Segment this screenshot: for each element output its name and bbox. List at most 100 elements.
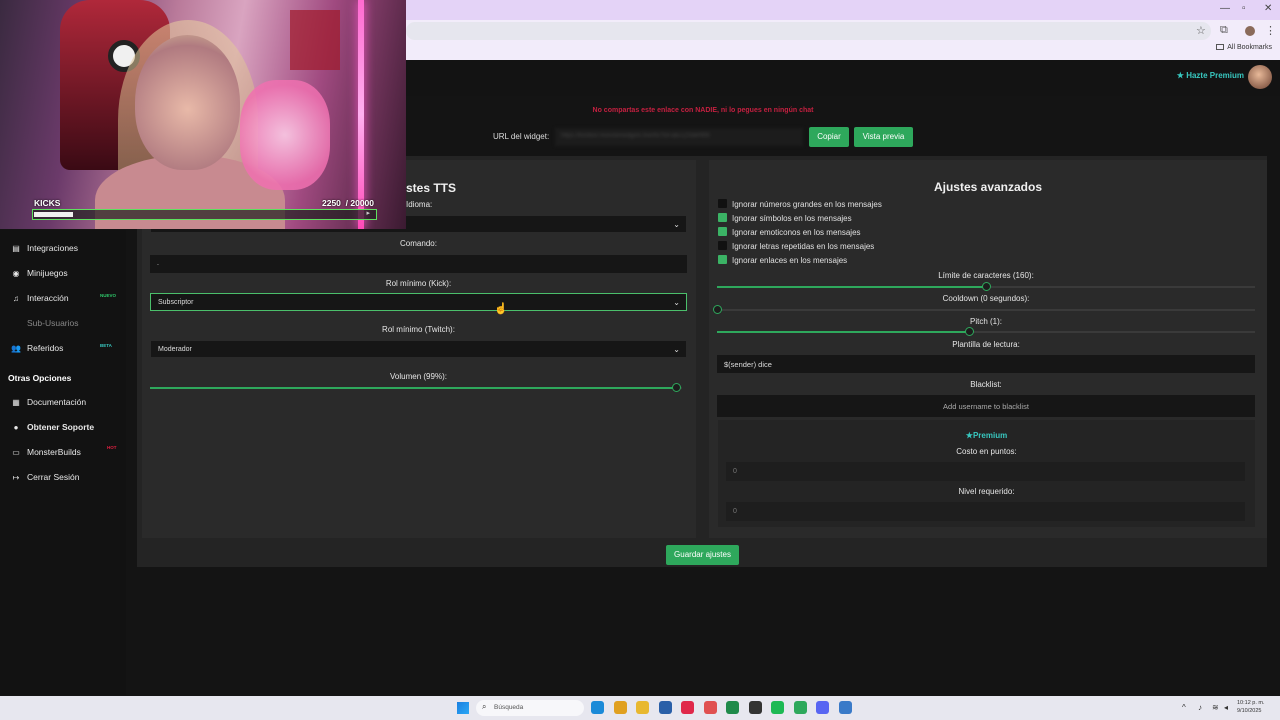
preview-button[interactable]: Vista previa — [854, 127, 913, 147]
search-icon: ⌕ — [482, 702, 487, 711]
ignore-option-row[interactable]: Ignorar letras repetidas en los mensajes — [718, 241, 874, 251]
cost-label: Costo en puntos: — [956, 447, 1017, 456]
ignore-option-row[interactable]: Ignorar números grandes en los mensajes — [718, 199, 882, 209]
chat-icon[interactable] — [793, 701, 807, 714]
maximize-icon[interactable]: ▫ — [1242, 3, 1246, 14]
chevron-up-icon[interactable]: ^ — [1182, 703, 1186, 712]
sidebar-other-item-1[interactable]: ● Obtener Soporte — [11, 422, 94, 434]
all-bookmarks[interactable]: All Bookmarks — [1216, 44, 1272, 51]
webcam-flowers — [240, 80, 330, 190]
volume-slider-fill — [150, 387, 677, 389]
role-twitch-select[interactable]: Moderador ⌄ — [150, 340, 687, 358]
volume-icon[interactable]: ◂ — [1224, 703, 1228, 712]
kicks-progress-bar: ▸ — [32, 209, 377, 220]
ignore-option-row[interactable]: Ignorar enlaces en los mensajes — [718, 255, 847, 265]
extensions-icon[interactable]: ⧉ — [1220, 24, 1228, 37]
sidebar-item-label: Integraciones — [27, 243, 79, 253]
char-limit-slider-knob[interactable] — [981, 282, 991, 291]
volume-label: Volumen (99%): — [390, 372, 447, 381]
template-input[interactable]: $(sender) dice — [717, 355, 1255, 373]
chrome-icon[interactable] — [613, 701, 627, 714]
cooldown-slider[interactable] — [712, 305, 1255, 314]
integrations-icon: ▤ — [12, 244, 20, 253]
ignore-option-row[interactable]: Ignorar emoticonos en los mensajes — [718, 227, 861, 237]
more-menu-icon[interactable]: ⋮ — [1265, 24, 1276, 37]
sidebar-item-0[interactable]: ▤ Integraciones — [11, 243, 78, 255]
obs-icon[interactable] — [748, 701, 762, 714]
excel-icon[interactable] — [726, 701, 739, 714]
checkbox[interactable] — [718, 227, 727, 236]
advanced-title: Ajustes avanzados — [933, 180, 1043, 194]
clock-time: 10:12 p. m. — [1237, 700, 1265, 706]
cost-input[interactable]: 0 — [726, 462, 1245, 481]
char-limit-slider-fill — [717, 286, 986, 288]
role-kick-select[interactable]: Subscriptor ⌄ — [150, 293, 687, 311]
sidebar-item-label: Documentación — [27, 397, 87, 407]
pitch-slider[interactable] — [717, 327, 1255, 336]
discord-icon[interactable] — [816, 701, 829, 714]
chevron-down-icon: ⌄ — [673, 220, 680, 229]
star-icon[interactable]: ☆ — [1196, 24, 1206, 37]
gamepad-icon: ◉ — [12, 269, 20, 278]
level-input[interactable]: 0 — [726, 502, 1245, 521]
pitch-slider-fill — [717, 331, 970, 333]
command-input[interactable]: . — [150, 255, 687, 273]
users-icon: 👥 — [11, 344, 21, 353]
cooldown-slider-knob[interactable] — [712, 305, 722, 314]
blacklist-label: Blacklist: — [970, 380, 1002, 389]
photos-icon[interactable] — [838, 701, 852, 714]
sidebar-other-item-3[interactable]: ↦ Cerrar Sesión — [11, 472, 80, 484]
text-icon[interactable] — [703, 701, 717, 714]
copy-button[interactable]: Copiar — [809, 127, 849, 147]
char-limit-slider[interactable] — [717, 282, 1255, 291]
avatar[interactable] — [1248, 65, 1272, 89]
checkbox[interactable] — [718, 199, 727, 208]
sidebar-item-label: MonsterBuilds — [27, 447, 81, 457]
spotify-icon[interactable] — [771, 701, 784, 714]
sidebar-item-2[interactable]: ♫ Interacción — [11, 293, 69, 305]
save-button[interactable]: Guardar ajustes — [666, 545, 739, 565]
premium-link[interactable]: ★ Hazte Premium — [1177, 71, 1244, 80]
tiktok-icon[interactable] — [681, 701, 694, 714]
checkbox-label: Ignorar enlaces en los mensajes — [732, 256, 848, 265]
cooldown-label: Cooldown (0 segundos): — [942, 294, 1030, 303]
chevron-down-icon: ⌄ — [673, 345, 680, 354]
sidebar-item-3[interactable]: Sub-Usuarios — [11, 318, 79, 330]
tts-title: stes TTS — [406, 181, 457, 195]
sidebar-other-item-2[interactable]: ▭ MonsterBuilds — [11, 447, 81, 459]
sidebar-other-item-0[interactable]: ▦ Documentación — [11, 397, 86, 409]
store-icon[interactable] — [658, 701, 672, 714]
sidebar-item-label: Minijuegos — [27, 268, 68, 278]
ignore-option-row[interactable]: Ignorar símbolos en los mensajes — [718, 213, 852, 223]
sidebar-item-label: Cerrar Sesión — [27, 472, 80, 482]
template-label: Plantilla de lectura: — [952, 340, 1020, 349]
blacklist-input[interactable]: Add username to blacklist — [717, 395, 1255, 417]
help-icon: ● — [13, 423, 19, 432]
profile-icon[interactable] — [1245, 26, 1255, 36]
language-label: Idioma: — [406, 200, 433, 209]
windows-start-icon[interactable] — [457, 702, 469, 714]
checkbox-label: Ignorar símbolos en los mensajes — [732, 214, 852, 223]
close-icon[interactable]: ✕ — [1264, 3, 1272, 14]
checkbox-label: Ignorar emoticonos en los mensajes — [732, 228, 861, 237]
checkbox[interactable] — [718, 241, 727, 250]
sidebar-item-4[interactable]: 👥 Referidos — [11, 343, 63, 355]
sidebar-item-label: Obtener Soporte — [27, 422, 95, 432]
checkbox[interactable] — [718, 255, 727, 264]
checkbox[interactable] — [718, 213, 727, 222]
url-label: URL del widget: — [493, 132, 550, 141]
minimize-icon[interactable]: — — [1220, 3, 1230, 14]
wifi-icon[interactable]: ≋ — [1212, 703, 1219, 712]
address-bar[interactable] — [406, 22, 1211, 40]
kicks-progress-fill — [34, 212, 73, 217]
star-icon: ★ — [1176, 71, 1187, 80]
widget-url-field[interactable]: https://kickbot.monsterwidgets.live/tts?… — [555, 128, 803, 146]
volume-slider[interactable] — [150, 383, 682, 392]
webcam-overlay: KICKS 2250 / 20000 ▸ — [0, 0, 406, 229]
premium-title: ★Premium — [965, 431, 1008, 440]
taskbar-search[interactable]: ⌕ Búsqueda — [476, 700, 584, 716]
edge-icon[interactable] — [591, 701, 604, 714]
sidebar-item-1[interactable]: ◉ Minijuegos — [11, 268, 68, 280]
files-icon[interactable] — [636, 701, 649, 714]
microphone-icon[interactable]: ♪ — [1198, 703, 1202, 712]
